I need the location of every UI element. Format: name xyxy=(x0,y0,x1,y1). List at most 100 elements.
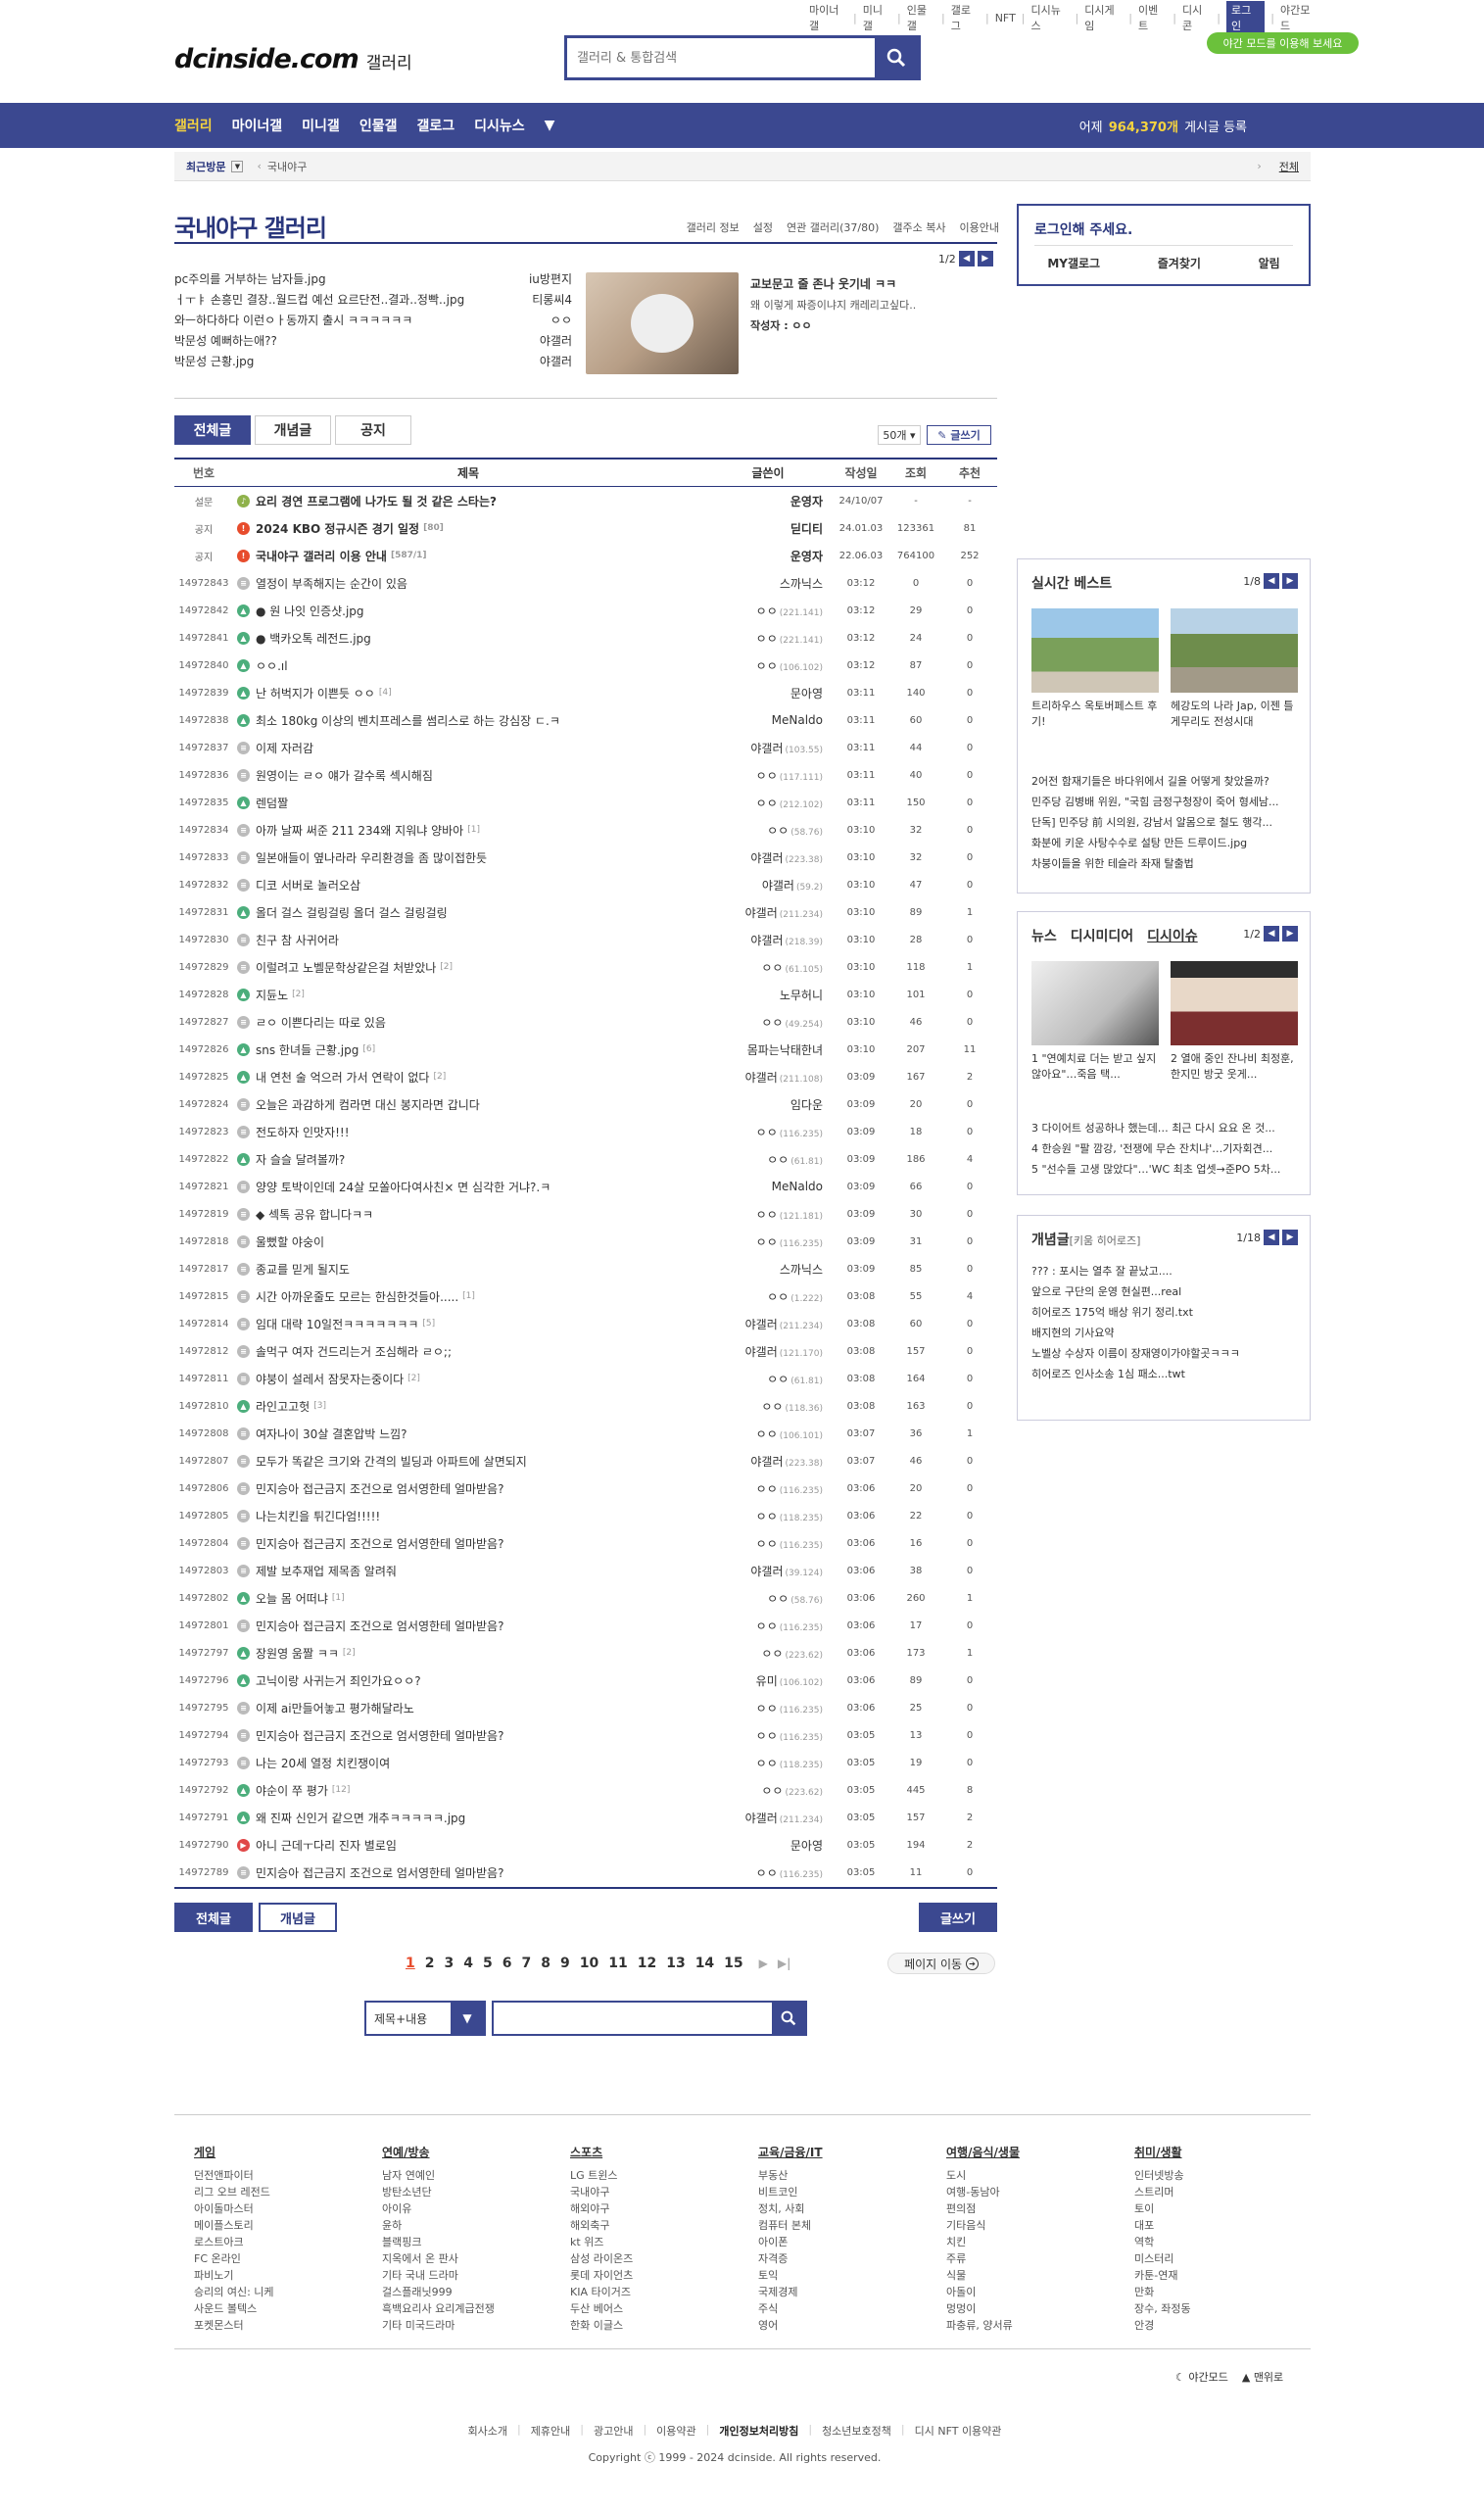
post-writer[interactable]: 야갤러 (103.55) xyxy=(703,740,833,756)
footer-link[interactable]: FC 온라인 xyxy=(194,2250,370,2267)
footer-column-heading[interactable]: 교육/금융/IT xyxy=(758,2145,934,2161)
table-row[interactable]: 14972843 ≡ 열정이 부족해지는 순간이 있음 스까닉스 03:12 0 0 xyxy=(174,569,997,597)
footer-link[interactable]: 리그 오브 레전드 xyxy=(194,2184,370,2200)
recent-visit-item[interactable]: 국내야구 xyxy=(267,159,307,174)
news-thumb-2[interactable] xyxy=(1171,961,1298,1045)
post-writer[interactable]: ㅇㅇ (49.254) xyxy=(703,1014,833,1031)
post-title[interactable]: 나는 20세 열정 치킨쟁이여 xyxy=(256,1755,390,1771)
post-title[interactable]: 민지승아 접근금지 조건으로 엄서영한테 얼마받음? xyxy=(256,1727,503,1744)
list-item[interactable]: 2어전 함재기들은 바다위에서 길을 어떻게 찾았을까? xyxy=(1031,771,1298,792)
last-page-icon[interactable]: ▶| xyxy=(778,1957,791,1970)
top-link[interactable]: 디시뉴스 xyxy=(1031,2,1070,33)
list-tab[interactable]: 개념글 xyxy=(255,415,331,445)
table-row[interactable]: 14972811 ≡ 야붕이 설레서 잠못자는중이다 [2] ㅇㅇ (61.81) 03:0… xyxy=(174,1365,997,1392)
gallery-menu-item[interactable]: 갤주소 복사 xyxy=(892,219,945,235)
post-writer[interactable]: ㅇㅇ (116.235) xyxy=(703,1864,833,1881)
footer-link[interactable]: 던전앤파이터 xyxy=(194,2167,370,2184)
page-link[interactable]: 15 xyxy=(724,1956,742,1971)
gnb-item[interactable]: 갤로그 xyxy=(416,116,455,135)
gallery-menu-item[interactable]: 연관 갤러리(37/80) xyxy=(787,219,879,235)
post-writer[interactable]: ㅇㅇ (61.81) xyxy=(703,1151,833,1168)
post-subject[interactable]: ▲ 장원영 움짤 ㅋㅋ [2] xyxy=(233,1645,703,1662)
comment-count[interactable]: [2] xyxy=(440,962,453,972)
footer-policy-link[interactable]: 회사소개 xyxy=(468,2423,507,2439)
post-subject[interactable]: ▲ ● 백카오톡 레전드.jpg xyxy=(233,630,703,647)
page-link[interactable]: 4 xyxy=(463,1956,473,1971)
post-title[interactable]: 민지승아 접근금지 조건으로 엄서영한테 얼마받음? xyxy=(256,1480,503,1497)
post-writer[interactable]: MeNaldo xyxy=(703,1180,833,1193)
table-row[interactable]: 14972792 ▲ 야순이 쭈 평가 [12] ㅇㅇ (223.62) 03:05 445 8 xyxy=(174,1776,997,1804)
post-writer[interactable]: ㅇㅇ (106.102) xyxy=(703,657,833,674)
footer-link[interactable]: 대포 xyxy=(1134,2217,1311,2234)
write-button[interactable]: 글쓰기 xyxy=(919,1903,997,1932)
footer-link[interactable]: 도시 xyxy=(946,2167,1123,2184)
post-title[interactable]: 양양 토박이인데 24살 모쏠아다여사친× 면 심각한 거냐?.ㅋ xyxy=(256,1179,551,1195)
next-icon[interactable]: ▶ xyxy=(1282,1230,1298,1245)
table-row[interactable]: 14972829 ≡ 이럴려고 노벨문학상같은걸 처받았나 [2] ㅇㅇ (61.105)… xyxy=(174,953,997,981)
table-row[interactable]: 14972793 ≡ 나는 20세 열정 치킨쟁이여 ㅇㅇ (118.235) 03:05… xyxy=(174,1749,997,1776)
post-subject[interactable]: ≡ 민지승아 접근금지 조건으로 엄서영한테 얼마받음? xyxy=(233,1727,703,1744)
post-writer[interactable]: ㅇㅇ (58.76) xyxy=(703,1590,833,1607)
post-writer[interactable]: ㅇㅇ (221.141) xyxy=(703,630,833,647)
chevron-down-icon[interactable]: ▼ xyxy=(545,118,555,133)
footer-link[interactable]: 부동산 xyxy=(758,2167,934,2184)
news-tab[interactable]: 디시이슈 xyxy=(1147,926,1198,945)
list-item[interactable]: 화분에 키운 사탕수수로 설탕 만든 드루이드.jpg xyxy=(1031,833,1298,853)
page-link[interactable]: 6 xyxy=(503,1956,512,1971)
page-link[interactable]: 14 xyxy=(695,1956,714,1971)
post-writer[interactable]: 문아영 xyxy=(703,1837,833,1854)
footer-link[interactable]: 삼성 라이온즈 xyxy=(570,2250,746,2267)
post-title[interactable]: ㅇㅇ.ıl xyxy=(256,657,288,674)
footer-link[interactable]: 스트리머 xyxy=(1134,2184,1311,2200)
footer-link[interactable]: 승리의 여신: 니케 xyxy=(194,2284,370,2300)
footer-link[interactable]: 영어 xyxy=(758,2317,934,2334)
footer-link[interactable]: 로스트아크 xyxy=(194,2234,370,2250)
post-subject[interactable]: ▲ sns 한녀들 근황.jpg [6] xyxy=(233,1041,703,1058)
comment-count[interactable]: [1] xyxy=(332,1593,345,1603)
post-subject[interactable]: ▲ 렌덤짤 xyxy=(233,795,703,811)
post-writer[interactable]: ㅇㅇ (116.235) xyxy=(703,1727,833,1744)
post-title[interactable]: 솔먹구 여자 건드리는거 조심해라 ㄹㅇ;; xyxy=(256,1343,452,1360)
post-title[interactable]: 장원영 움짤 ㅋㅋ xyxy=(256,1645,339,1662)
footer-column-heading[interactable]: 게임 xyxy=(194,2145,370,2161)
hot-list-item[interactable]: 박문성 예뻐하는애?? 야갤러 xyxy=(174,332,572,353)
write-button-top[interactable]: ✎ 글쓰기 xyxy=(927,425,991,445)
post-subject[interactable]: ▲ 지듄노 [2] xyxy=(233,987,703,1003)
table-row[interactable]: 14972802 ▲ 오늘 몸 어떠냐 [1] ㅇㅇ (58.76) 03:06 260 1 xyxy=(174,1584,997,1612)
footer-column-heading[interactable]: 연예/방송 xyxy=(382,2145,558,2161)
table-row[interactable]: 14972826 ▲ sns 한녀들 근황.jpg [6] 몸파는낙태한녀 03:10 20… xyxy=(174,1036,997,1063)
login-link[interactable]: MY갤로그 xyxy=(1047,255,1100,271)
chevron-down-icon[interactable]: ▼ xyxy=(231,160,244,172)
post-writer[interactable]: ㅇㅇ (223.62) xyxy=(703,1645,833,1662)
post-title[interactable]: 난 허벅지가 이쁜듯 ㅇㅇ xyxy=(256,685,375,701)
post-title[interactable]: 렌덤짤 xyxy=(256,795,288,811)
post-writer[interactable]: 야갤러 (59.2) xyxy=(703,877,833,894)
table-row[interactable]: 14972822 ▲ 자 슬슬 달려볼까? ㅇㅇ (61.81) 03:09 186 4 xyxy=(174,1145,997,1173)
table-row[interactable]: 14972803 ≡ 제발 보추재업 제목좀 알려줘 야갤러 (39.124) 03:06… xyxy=(174,1557,997,1584)
post-writer[interactable]: ㅇㅇ (61.105) xyxy=(703,959,833,976)
post-title[interactable]: 고닉이랑 사귀는거 죄인가요ㅇㅇ? xyxy=(256,1672,421,1689)
logo[interactable]: dcinside.com 갤러리 xyxy=(174,41,429,76)
post-title[interactable]: 임대 대략 10일전ㅋㅋㅋㅋㅋㅋㅋ xyxy=(256,1316,418,1332)
table-row[interactable]: 14972790 ▶ 아니 근데ㅜ다리 진자 별로임 문아영 03:05 194 2 xyxy=(174,1831,997,1859)
top-link[interactable]: 이벤트 xyxy=(1138,2,1167,33)
news-thumb-1[interactable] xyxy=(1031,961,1159,1045)
post-title[interactable]: 원영이는 ㄹㅇ 얘가 갈수록 섹시해짐 xyxy=(256,767,433,784)
top-link[interactable]: 미니갤 xyxy=(863,2,891,33)
list-item[interactable]: 3 다이어트 성공하나 했는데… 최근 다시 요요 온 것... xyxy=(1031,1118,1298,1138)
post-title[interactable]: 이럴려고 노벨문학상같은걸 처받았나 xyxy=(256,959,436,976)
post-writer[interactable]: 유미 (106.102) xyxy=(703,1672,833,1689)
post-subject[interactable]: ▲ 올더 걸스 걸링걸링 올더 걸스 걸링걸링 xyxy=(233,904,703,921)
post-subject[interactable]: ▲ 야순이 쭈 평가 [12] xyxy=(233,1782,703,1799)
table-row[interactable]: 14972837 ≡ 이제 자러감 야갤러 (103.55) 03:11 44 0 xyxy=(174,734,997,761)
page-link[interactable]: 8 xyxy=(541,1956,551,1971)
comment-count[interactable]: [80] xyxy=(423,523,444,533)
footer-link[interactable]: 사운드 볼텍스 xyxy=(194,2300,370,2317)
table-row[interactable]: 14972789 ≡ 민지승아 접근금지 조건으로 엄서영한테 얼마받음? ㅇㅇ (11… xyxy=(174,1859,997,1886)
post-writer[interactable]: ㅇㅇ (121.181) xyxy=(703,1206,833,1223)
post-writer[interactable]: 야갤러 (211.234) xyxy=(703,1810,833,1826)
best-thumb-1[interactable] xyxy=(1031,608,1159,693)
next-icon[interactable]: ▶ xyxy=(977,251,993,266)
post-writer[interactable]: ㅇㅇ (118.36) xyxy=(703,1398,833,1415)
comment-count[interactable]: [5] xyxy=(422,1319,435,1329)
